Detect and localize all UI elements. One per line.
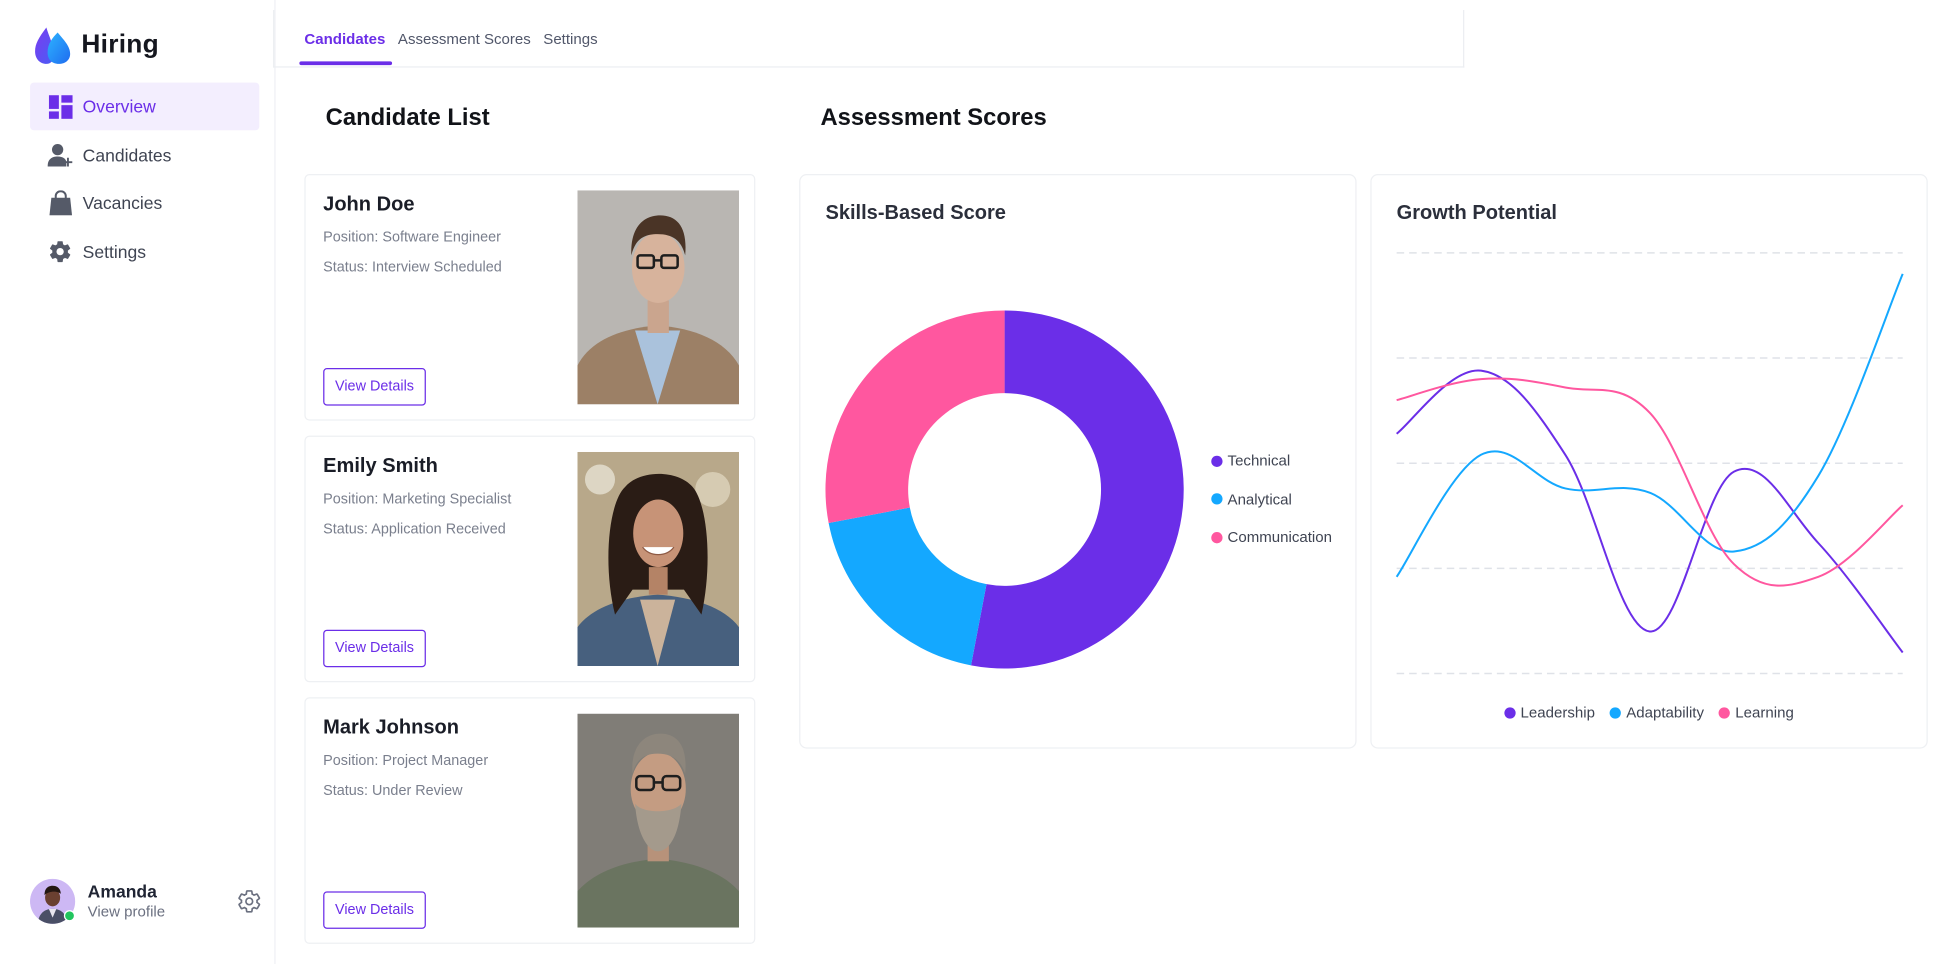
tab-settings[interactable]: Settings — [543, 9, 597, 67]
candidate-name: John Doe — [323, 194, 415, 216]
candidate-photo — [577, 713, 740, 928]
legend-dot — [1719, 706, 1731, 718]
sidebar-item-label: Settings — [82, 241, 147, 262]
sidebar-item-label: Overview — [82, 96, 156, 117]
brand[interactable]: Hiring — [34, 25, 159, 65]
legend-item-analytical[interactable]: Analytical — [1211, 480, 1332, 518]
donut-slice-analytical[interactable] — [828, 507, 987, 666]
sidebar-item-settings[interactable]: Settings — [30, 228, 259, 276]
sidebar-item-vacancies[interactable]: Vacancies — [30, 179, 259, 227]
tab-candidates[interactable]: Candidates — [299, 9, 392, 67]
candidate-list-title: Candidate List — [325, 105, 490, 132]
candidate-position: Position: Marketing Specialist — [323, 491, 512, 508]
legend-item-adaptability[interactable]: Adaptability — [1609, 701, 1704, 724]
candidate-name: Mark Johnson — [323, 717, 460, 739]
sidebar: Hiring Overview Candidates Vacancies Set… — [0, 0, 276, 964]
sidebar-item-candidates[interactable]: Candidates — [30, 131, 259, 179]
view-details-button[interactable]: View Details — [323, 891, 426, 929]
candidate-position: Position: Software Engineer — [323, 230, 501, 246]
candidate-card: Mark Johnson Position: Project Manager S… — [304, 697, 756, 944]
avatar[interactable] — [30, 878, 76, 924]
candidate-card: John Doe Position: Software Engineer Sta… — [304, 174, 756, 421]
view-profile-link[interactable]: View profile — [88, 903, 165, 922]
add-user-icon — [47, 142, 73, 167]
candidate-card: Emily Smith Position: Marketing Speciali… — [304, 435, 756, 683]
gear-icon[interactable] — [237, 889, 262, 914]
legend-label: Communication — [1227, 528, 1332, 547]
tab-assessment-scores[interactable]: Assessment Scores — [398, 9, 531, 67]
skills-score-panel: Skills-Based Score Technical Analytical … — [799, 174, 1357, 749]
legend-label: Technical — [1227, 452, 1291, 470]
donut-slice-communication[interactable] — [825, 310, 1005, 524]
chart-legend: Leadership Adaptability Learning — [1372, 701, 1927, 724]
candidate-name: Emily Smith — [323, 455, 438, 477]
brand-logo-icon — [35, 27, 71, 64]
legend-dot — [1211, 455, 1223, 467]
legend-dot — [1211, 531, 1223, 544]
top-tabs: Candidates Assessment Scores Settings — [273, 9, 1465, 68]
growth-line-chart — [1395, 252, 1904, 675]
candidate-photo — [577, 190, 740, 405]
online-status-dot — [63, 910, 76, 922]
candidate-status: Status: Application Received — [323, 522, 506, 538]
view-details-button[interactable]: View Details — [323, 368, 426, 406]
brand-title: Hiring — [81, 30, 159, 59]
profile-text: Amanda View profile — [88, 881, 165, 922]
sidebar-item-label: Vacancies — [82, 193, 163, 214]
legend-dot — [1211, 493, 1223, 505]
legend-label: Analytical — [1227, 490, 1292, 508]
series-line-learning[interactable] — [1396, 377, 1904, 587]
legend-item-technical[interactable]: Technical — [1211, 442, 1332, 480]
legend-item-learning[interactable]: Learning — [1719, 701, 1794, 724]
view-details-button[interactable]: View Details — [323, 629, 426, 668]
legend-label: Adaptability — [1626, 703, 1704, 722]
user-profile[interactable]: Amanda View profile — [30, 876, 262, 926]
candidate-position: Position: Project Manager — [323, 753, 489, 769]
dashboard-icon — [48, 94, 73, 119]
profile-name: Amanda — [87, 881, 157, 902]
series-line-adaptability[interactable] — [1395, 273, 1904, 578]
assessment-scores-title: Assessment Scores — [820, 105, 1047, 132]
legend-label: Leadership — [1520, 703, 1595, 722]
candidate-status: Status: Under Review — [323, 783, 463, 799]
legend-item-leadership[interactable]: Leadership — [1504, 701, 1595, 724]
legend-dot — [1504, 706, 1516, 718]
sidebar-item-overview[interactable]: Overview — [30, 82, 260, 131]
shopping-bag-icon — [48, 190, 73, 216]
sidebar-item-label: Candidates — [82, 144, 172, 165]
candidate-photo — [577, 451, 740, 667]
gear-icon — [48, 239, 73, 264]
legend-label: Learning — [1735, 703, 1794, 722]
sidebar-nav: Overview Candidates Vacancies Settings — [30, 82, 260, 276]
chart-legend: Technical Analytical Communication — [1211, 442, 1332, 557]
candidate-status: Status: Interview Scheduled — [323, 260, 502, 276]
legend-dot — [1609, 706, 1622, 718]
growth-potential-panel: Growth Potential Leadership Adaptability… — [1370, 174, 1928, 749]
legend-item-communication[interactable]: Communication — [1211, 518, 1332, 556]
